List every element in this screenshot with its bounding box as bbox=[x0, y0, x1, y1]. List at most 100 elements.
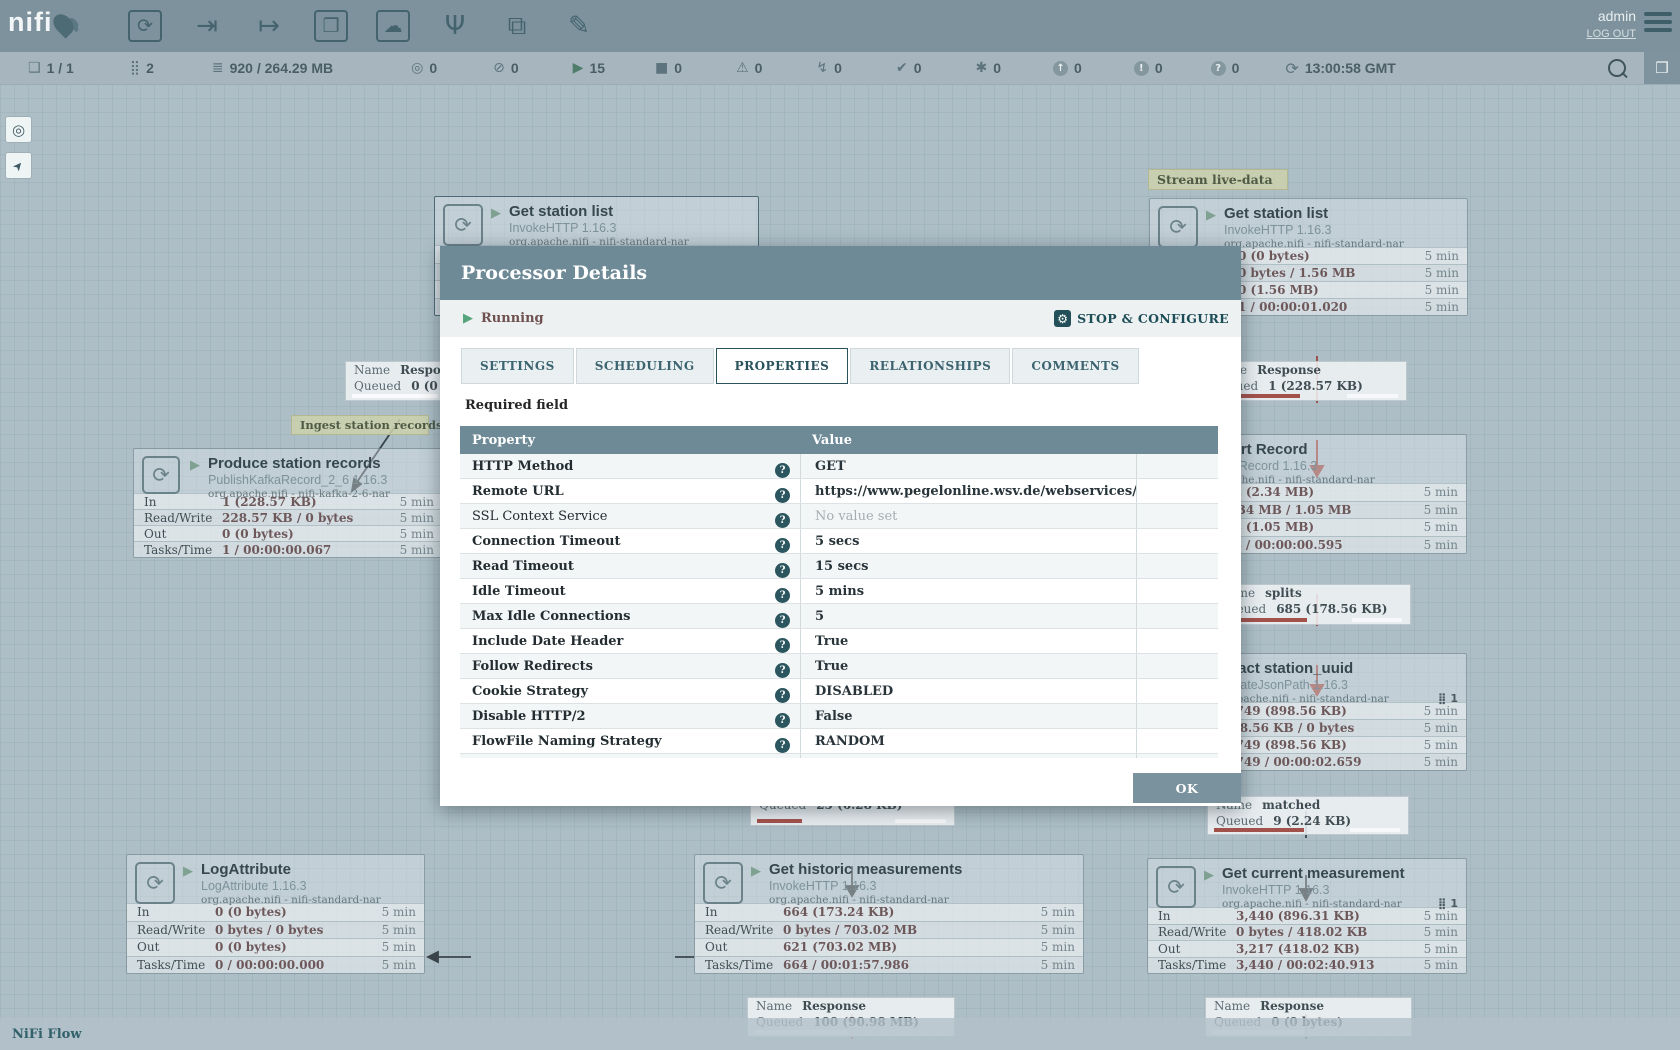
help-icon[interactable]: ? bbox=[775, 638, 790, 653]
processor-icon: ⟳ bbox=[703, 862, 743, 904]
processor-tool[interactable]: ⟳ bbox=[125, 6, 165, 46]
run-status-icon: ▶ bbox=[491, 206, 501, 221]
locally-modified-stale-count: ! 0 bbox=[1134, 60, 1163, 76]
processor-type: InvokeHTTP 1.16.3 bbox=[1224, 223, 1331, 237]
canvas-label-ingest-station-records[interactable]: Ingest station records bbox=[291, 415, 429, 435]
help-icon[interactable]: ? bbox=[775, 738, 790, 753]
stop-and-configure-button[interactable]: ⚙ STOP & CONFIGURE bbox=[1054, 310, 1229, 327]
property-row: Follow Redirects? True bbox=[460, 654, 1218, 679]
run-status-text: Running bbox=[481, 311, 544, 326]
question-circle-icon: ? bbox=[1211, 61, 1226, 76]
stale-count: ↑ 0 bbox=[1053, 60, 1082, 76]
processor-title: LogAttribute bbox=[201, 861, 291, 878]
processor-icon: ⟳ bbox=[1156, 866, 1196, 908]
up-to-date-count: ✔ 0 bbox=[896, 60, 922, 76]
thread-grid-icon: ⣿ bbox=[130, 60, 140, 76]
no-transmit-icon: ⊘ bbox=[493, 60, 505, 76]
play-icon: ▶ bbox=[573, 60, 584, 76]
processor-details-dialog: Processor Details ▶ Running ⚙ STOP & CON… bbox=[440, 246, 1241, 806]
input-port-tool[interactable]: ⇥ bbox=[187, 6, 227, 46]
thread-count-badge: ⣿ 1 bbox=[1438, 692, 1458, 705]
output-port-tool[interactable]: ↦ bbox=[249, 6, 289, 46]
refresh-status[interactable]: ⟳ 13:00:58 GMT bbox=[1285, 59, 1395, 78]
panel-icon: ❒ bbox=[1655, 59, 1668, 77]
help-icon[interactable]: ? bbox=[775, 488, 790, 503]
help-icon[interactable]: ? bbox=[775, 513, 790, 528]
run-status-icon: ▶ bbox=[183, 864, 193, 879]
warning-icon: ⚠ bbox=[736, 60, 749, 76]
disabled-count: ↯ 0 bbox=[816, 60, 842, 76]
processor-type: PublishKafkaRecord_2_6 1.16.3 bbox=[208, 473, 387, 487]
help-icon[interactable]: ? bbox=[775, 688, 790, 703]
processor-bundle: org.apache.nifi - nifi-standard-nar bbox=[1222, 898, 1402, 910]
processor-icon: ⟳ bbox=[128, 10, 162, 42]
ok-button[interactable]: OK bbox=[1133, 773, 1241, 803]
disabled-bolt-icon: ↯ bbox=[816, 60, 828, 76]
breadcrumb: NiFi Flow bbox=[0, 1018, 1680, 1050]
tab-properties[interactable]: PROPERTIES bbox=[716, 348, 849, 384]
processor-bundle: org.apache.nifi - nifi-standard-nar bbox=[1224, 238, 1404, 250]
cubes-icon: ❑ bbox=[28, 60, 41, 76]
label-tool[interactable]: ✎ bbox=[559, 6, 599, 46]
run-status-icon: ▶ bbox=[751, 864, 761, 879]
refresh-icon: ⟳ bbox=[1285, 59, 1298, 78]
help-icon[interactable]: ? bbox=[775, 463, 790, 478]
gear-icon: ⚙ bbox=[1054, 310, 1071, 327]
navigate-palette-button[interactable]: ◎ bbox=[5, 116, 32, 143]
operate-palette-button[interactable]: ➤ bbox=[5, 152, 32, 179]
tab-relationships[interactable]: RELATIONSHIPS bbox=[850, 348, 1010, 384]
pointer-icon: ➤ bbox=[10, 157, 27, 174]
stop-square-icon: ■ bbox=[655, 60, 668, 76]
processor-title: Produce station records bbox=[208, 455, 381, 472]
dialog-header: Processor Details bbox=[440, 246, 1241, 300]
funnel-icon: Ψ bbox=[445, 11, 465, 41]
processor-get-current-measurement[interactable]: ⟳ ▶ Get current measurement InvokeHTTP 1… bbox=[1147, 858, 1467, 974]
properties-table: Property Value HTTP Method? GET Remote U… bbox=[460, 426, 1218, 758]
funnel-tool[interactable]: Ψ bbox=[435, 6, 475, 46]
global-menu-button[interactable] bbox=[1644, 12, 1672, 36]
processor-icon: ⟳ bbox=[142, 456, 180, 494]
processor-title: Get station list bbox=[509, 203, 613, 220]
help-icon[interactable]: ? bbox=[775, 538, 790, 553]
run-status-icon: ▶ bbox=[190, 458, 200, 473]
canvas-label-stream-live-data[interactable]: Stream live-data bbox=[1148, 169, 1288, 190]
label-icon: ✎ bbox=[568, 11, 590, 41]
tab-comments[interactable]: COMMENTS bbox=[1012, 348, 1138, 384]
list-icon: ≣ bbox=[212, 60, 224, 76]
template-tool[interactable]: ⧉ bbox=[497, 6, 537, 46]
arrow-up-circle-icon: ↑ bbox=[1053, 61, 1068, 76]
property-row: Remote URL? https://www.pegelonline.wsv.… bbox=[460, 479, 1218, 504]
process-group-icon: ❐ bbox=[314, 10, 348, 42]
tab-scheduling[interactable]: SCHEDULING bbox=[576, 348, 714, 384]
run-status-icon: ▶ bbox=[1204, 868, 1214, 883]
tab-settings[interactable]: SETTINGS bbox=[461, 348, 574, 384]
property-row: Connection Timeout? 5 secs bbox=[460, 529, 1218, 554]
help-icon[interactable]: ? bbox=[775, 613, 790, 628]
help-icon[interactable]: ? bbox=[775, 588, 790, 603]
processor-get-historic-measurements[interactable]: ⟳ ▶ Get historic measurements InvokeHTTP… bbox=[694, 854, 1084, 974]
column-property: Property bbox=[460, 433, 800, 448]
run-status-icon: ▶ bbox=[1206, 208, 1216, 223]
help-icon[interactable]: ? bbox=[775, 663, 790, 678]
column-value: Value bbox=[800, 433, 1136, 448]
processor-icon: ⟳ bbox=[443, 204, 483, 246]
processor-log-attribute[interactable]: ⟳ ▶ LogAttribute LogAttribute 1.16.3 org… bbox=[126, 854, 425, 974]
processor-title: Get station list bbox=[1224, 205, 1328, 222]
help-icon[interactable]: ? bbox=[775, 563, 790, 578]
panel-toggle-button[interactable]: ❒ bbox=[1644, 52, 1680, 84]
remote-process-group-tool[interactable]: ☁ bbox=[373, 6, 413, 46]
processor-type: InvokeHTTP 1.16.3 bbox=[1222, 883, 1329, 897]
property-row: Max Idle Connections? 5 bbox=[460, 604, 1218, 629]
output-port-icon: ↦ bbox=[258, 11, 280, 41]
help-icon[interactable]: ? bbox=[775, 713, 790, 728]
processor-title: Get current measurement bbox=[1222, 865, 1405, 882]
search-icon[interactable] bbox=[1608, 59, 1626, 77]
breadcrumb-nifi-flow[interactable]: NiFi Flow bbox=[12, 1027, 82, 1042]
process-group-tool[interactable]: ❐ bbox=[311, 6, 351, 46]
processor-produce-station-records[interactable]: ⟳ ▶ Produce station records PublishKafka… bbox=[133, 448, 443, 558]
active-thread-count: ⣿ 2 bbox=[130, 60, 154, 76]
stopped-count: ■ 0 bbox=[655, 60, 682, 76]
logout-link[interactable]: LOG OUT bbox=[1586, 28, 1636, 40]
transmit-icon: ◎ bbox=[411, 60, 423, 76]
transmitting-count: ◎ 0 bbox=[411, 60, 437, 76]
